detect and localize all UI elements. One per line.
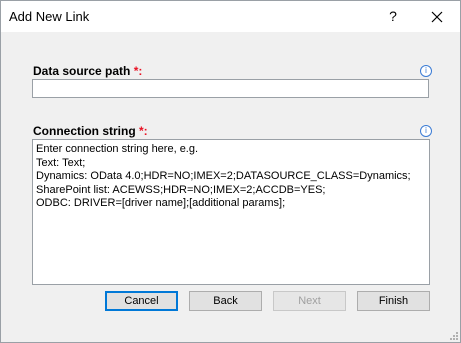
next-button-label: Next: [298, 295, 321, 307]
placeholder-line: Enter connection string here, e.g.: [36, 143, 199, 155]
close-icon: [431, 11, 443, 23]
data-source-path-input[interactable]: [32, 79, 429, 98]
finish-button[interactable]: Finish: [357, 291, 430, 311]
data-source-path-label-text: Data source path: [33, 64, 131, 78]
back-button-label: Back: [213, 295, 238, 307]
placeholder-line: Dynamics: OData 4.0;HDR=NO;IMEX=2;DATASO…: [36, 170, 411, 182]
dialog-title: Add New Link: [9, 9, 90, 24]
info-icon[interactable]: i: [420, 125, 432, 137]
info-icon[interactable]: i: [420, 65, 432, 77]
title-bar: Add New Link ?: [1, 1, 460, 32]
finish-button-label: Finish: [378, 295, 409, 307]
close-button[interactable]: [424, 4, 450, 28]
back-button[interactable]: Back: [189, 291, 262, 311]
placeholder-line: ODBC: DRIVER=[driver name];[additional p…: [36, 197, 286, 209]
next-button[interactable]: Next: [273, 291, 346, 311]
connection-string-label: Connection string *:: [33, 124, 148, 138]
help-button[interactable]: ?: [381, 4, 405, 28]
data-source-path-label: Data source path *:: [33, 64, 142, 78]
placeholder-line: SharePoint list: ACEWSS;HDR=NO;IMEX=2;AC…: [36, 183, 326, 196]
placeholder-line: Text: Text;: [36, 156, 86, 169]
connection-string-textarea[interactable]: Enter connection string here, e.g. Text:…: [32, 139, 430, 285]
resize-grip-icon[interactable]: [450, 332, 458, 340]
add-new-link-dialog: Add New Link ? Data source path *: i Con…: [0, 0, 461, 343]
cancel-button-label: Cancel: [124, 295, 159, 307]
required-marker: *:: [139, 124, 148, 138]
connection-string-label-text: Connection string: [33, 124, 136, 138]
cancel-button[interactable]: Cancel: [105, 291, 178, 311]
required-marker: *:: [133, 64, 143, 78]
